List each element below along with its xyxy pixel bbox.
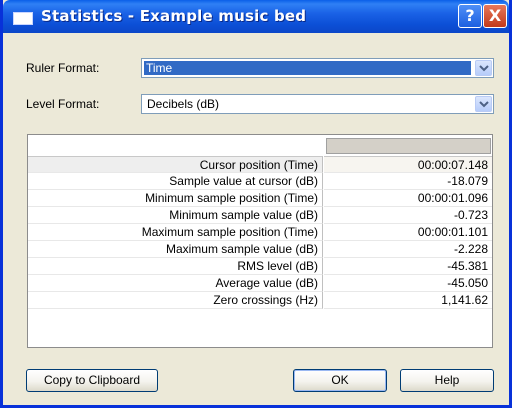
table-row[interactable]: Maximum sample value (dB) -2.228 [28, 241, 492, 258]
stat-value: -18.079 [324, 173, 492, 190]
stat-name: Maximum sample value (dB) [28, 241, 323, 258]
value-column-header [326, 138, 491, 154]
table-row[interactable]: Sample value at cursor (dB) -18.079 [28, 173, 492, 190]
level-format-value: Decibels (dB) [147, 97, 220, 111]
close-button[interactable]: X [483, 4, 507, 28]
stat-name: Zero crossings (Hz) [28, 292, 323, 309]
stat-value: 00:00:07.148 [324, 156, 492, 173]
table-row[interactable]: Maximum sample position (Time) 00:00:01.… [28, 224, 492, 241]
table-row[interactable]: Cursor position (Time) 00:00:07.148 [28, 156, 492, 173]
help-title-button[interactable]: ? [458, 4, 482, 28]
copy-to-clipboard-button[interactable]: Copy to Clipboard [26, 369, 158, 392]
ok-button[interactable]: OK [293, 369, 387, 392]
table-row[interactable]: Minimum sample position (Time) 00:00:01.… [28, 190, 492, 207]
stat-value: -45.050 [324, 275, 492, 292]
statistics-table[interactable]: Cursor position (Time) 00:00:07.148 Samp… [27, 134, 493, 348]
stat-value: 00:00:01.101 [324, 224, 492, 241]
title-bar[interactable]: Statistics - Example music bed ? X [3, 0, 509, 33]
ruler-format-value: Time [144, 61, 471, 75]
window-icon [13, 12, 33, 25]
table-row[interactable]: Minimum sample value (dB) -0.723 [28, 207, 492, 224]
stat-name: Minimum sample position (Time) [28, 190, 323, 207]
level-format-label: Level Format: [26, 97, 100, 111]
stat-name: Maximum sample position (Time) [28, 224, 323, 241]
stat-value: 1,141.62 [324, 292, 492, 309]
stat-value: -2.228 [324, 241, 492, 258]
table-row[interactable]: Zero crossings (Hz) 1,141.62 [28, 292, 492, 309]
stat-name: Cursor position (Time) [28, 156, 323, 173]
ruler-format-label: Ruler Format: [26, 61, 100, 75]
level-format-select[interactable]: Decibels (dB) [141, 94, 494, 114]
stat-value: 00:00:01.096 [324, 190, 492, 207]
stat-name: Sample value at cursor (dB) [28, 173, 323, 190]
stat-name: Average value (dB) [28, 275, 323, 292]
table-row[interactable]: RMS level (dB) -45.381 [28, 258, 492, 275]
ruler-format-select[interactable]: Time [141, 58, 494, 78]
stat-name: Minimum sample value (dB) [28, 207, 323, 224]
window-title: Statistics - Example music bed [41, 7, 307, 25]
stat-name: RMS level (dB) [28, 258, 323, 275]
chevron-down-icon[interactable] [475, 96, 492, 112]
chevron-down-icon[interactable] [475, 60, 492, 76]
table-row[interactable]: Average value (dB) -45.050 [28, 275, 492, 292]
stat-value: -0.723 [324, 207, 492, 224]
help-button[interactable]: Help [400, 369, 494, 392]
stat-value: -45.381 [324, 258, 492, 275]
table-header [28, 135, 492, 156]
